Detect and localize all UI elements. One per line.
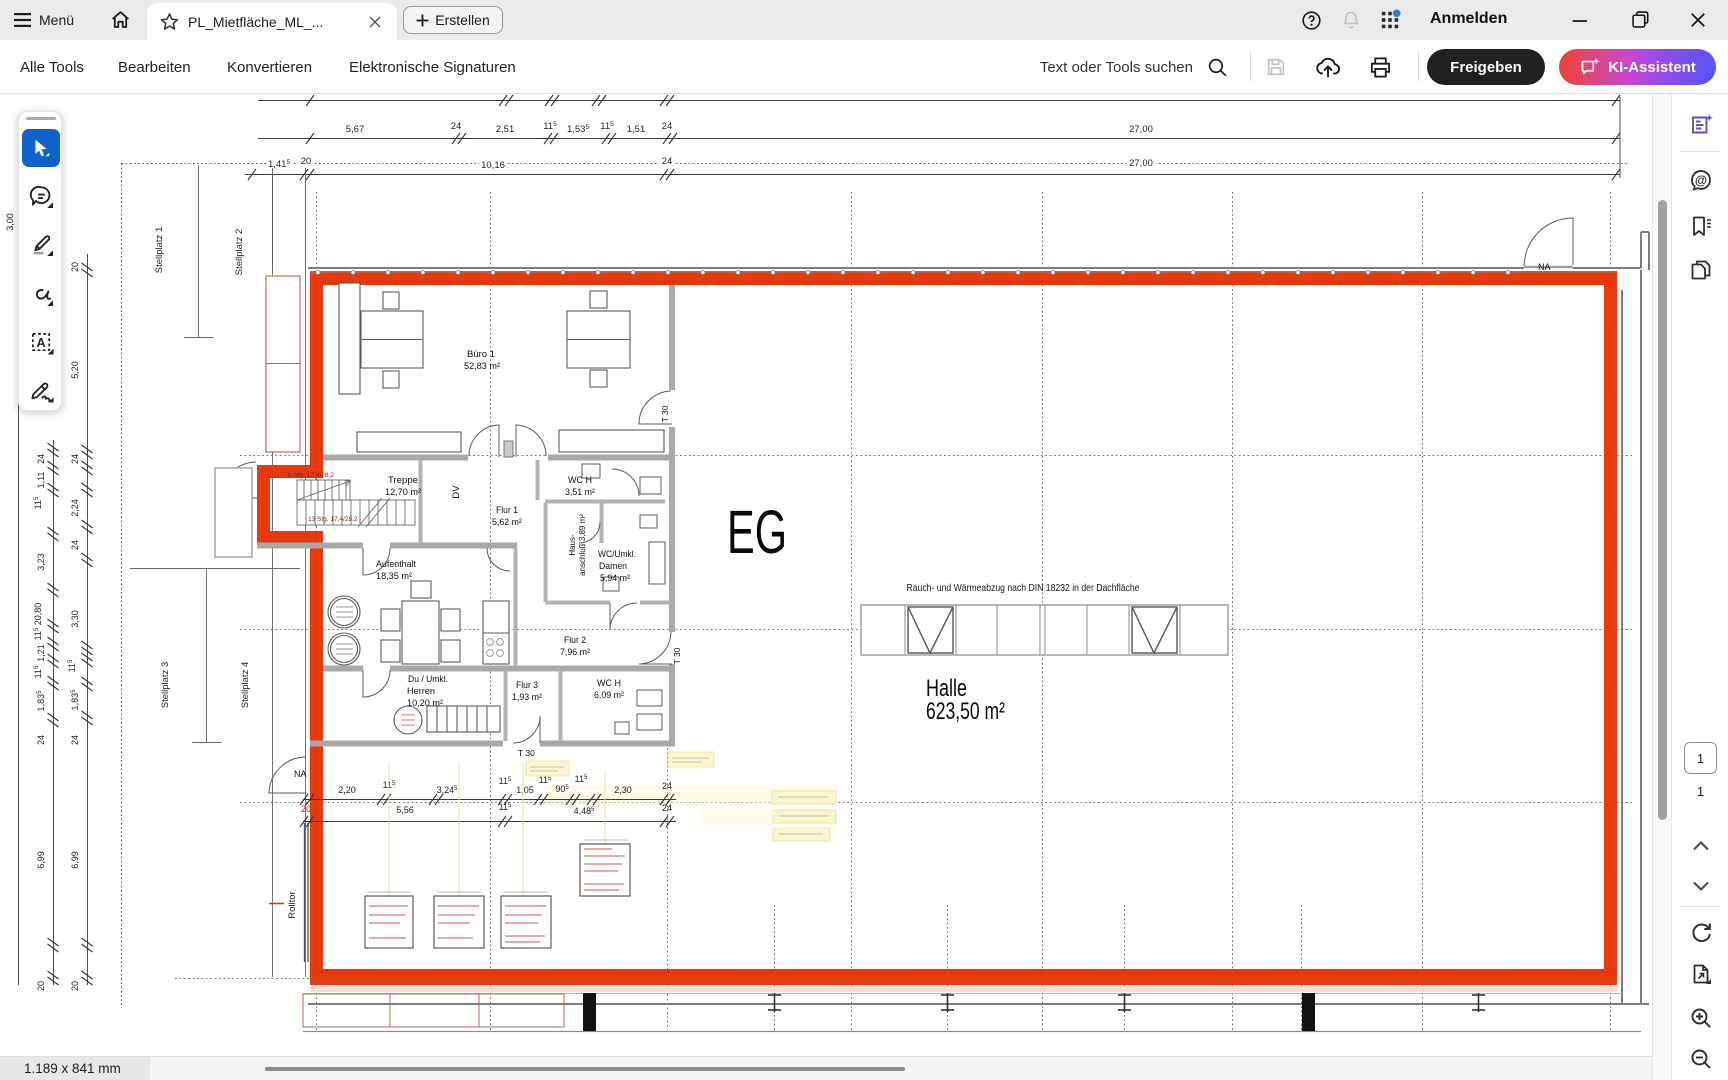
svg-text:Haus-: Haus- — [568, 534, 577, 556]
svg-text:115: 115 — [67, 659, 77, 672]
svg-text:623,50 m²: 623,50 m² — [926, 698, 1005, 725]
svg-text:8 Stg. 17,4/28,2: 8 Stg. 17,4/28,2 — [288, 472, 334, 479]
svg-text:2,24: 2,24 — [70, 499, 80, 517]
svg-text:24: 24 — [36, 454, 46, 464]
svg-text:24: 24 — [70, 454, 80, 464]
svg-text:1,93 m²: 1,93 m² — [512, 692, 542, 703]
svg-text:T 30: T 30 — [672, 647, 682, 664]
svg-text:3,23: 3,23 — [36, 553, 46, 571]
svg-text:1,835: 1,835 — [36, 690, 46, 712]
svg-text:115: 115 — [543, 121, 557, 132]
svg-text:NA: NA — [294, 769, 307, 779]
svg-text:Treppe: Treppe — [388, 475, 418, 486]
svg-text:20: 20 — [70, 981, 80, 991]
svg-text:Stellplatz 2: Stellplatz 2 — [234, 229, 245, 275]
svg-text:7,96 m²: 7,96 m² — [560, 647, 590, 658]
svg-text:3,30: 3,30 — [70, 610, 80, 628]
svg-text:24: 24 — [662, 156, 673, 167]
svg-text:Herren: Herren — [407, 686, 435, 697]
svg-text:2,51: 2,51 — [496, 124, 515, 135]
svg-text:6,09 m²: 6,09 m² — [594, 690, 624, 701]
svg-text:Flur 1: Flur 1 — [496, 505, 518, 516]
svg-text:3,245: 3,245 — [437, 785, 459, 795]
svg-text:1,21: 1,21 — [36, 644, 46, 662]
svg-text:1,05: 1,05 — [516, 785, 534, 795]
svg-text:115: 115 — [575, 774, 588, 784]
svg-text:Du / Umkl.: Du / Umkl. — [408, 674, 448, 685]
svg-text:5,20: 5,20 — [70, 361, 80, 379]
svg-text:20: 20 — [301, 804, 311, 814]
svg-text:115: 115 — [499, 776, 512, 786]
svg-text:27,00: 27,00 — [1129, 158, 1153, 169]
svg-text:Flur 3: Flur 3 — [516, 680, 538, 691]
svg-text:A: A — [36, 335, 45, 349]
svg-text:12,70 m²: 12,70 m² — [385, 487, 421, 498]
svg-text:Rauch- und Wärmeabzug nach DIN: Rauch- und Wärmeabzug nach DIN 18232 in … — [907, 583, 1140, 594]
svg-text:2,30: 2,30 — [614, 785, 632, 795]
svg-text:115: 115 — [539, 775, 552, 785]
svg-text:10,20 m²: 10,20 m² — [407, 698, 443, 709]
svg-text:Stellplatz 1: Stellplatz 1 — [154, 227, 165, 273]
svg-text:115: 115 — [600, 121, 614, 132]
svg-text:T 30: T 30 — [660, 405, 670, 422]
svg-text:6,99: 6,99 — [36, 851, 46, 869]
svg-text:24: 24 — [662, 781, 672, 791]
svg-text:115: 115 — [33, 496, 43, 509]
svg-text:1,835: 1,835 — [70, 689, 80, 711]
svg-text:@: @ — [1695, 173, 1707, 187]
svg-text:5,67: 5,67 — [346, 124, 365, 135]
svg-text:DV: DV — [451, 485, 462, 499]
svg-text:T 30: T 30 — [518, 748, 535, 758]
svg-text:Stellplatz 3: Stellplatz 3 — [160, 662, 171, 708]
svg-text:5,56: 5,56 — [396, 805, 414, 815]
svg-text:NA: NA — [1538, 262, 1551, 272]
svg-text:24: 24 — [70, 735, 80, 745]
svg-text:24: 24 — [70, 540, 80, 550]
svg-text:WC H: WC H — [597, 678, 621, 689]
svg-text:52,83 m²: 52,83 m² — [464, 361, 500, 372]
svg-text:1,11: 1,11 — [36, 472, 46, 489]
svg-text:5,94 m²: 5,94 m² — [600, 573, 630, 584]
svg-text:Büro 1: Büro 1 — [467, 349, 495, 360]
svg-text:anschluß 3,89 m²: anschluß 3,89 m² — [578, 514, 587, 576]
svg-text:18,35 m²: 18,35 m² — [376, 571, 412, 582]
svg-text:4,485: 4,485 — [574, 806, 596, 816]
svg-text:1,51: 1,51 — [627, 124, 646, 135]
svg-text:24: 24 — [36, 735, 46, 745]
svg-text:13 Stg. 17,4/28,2: 13 Stg. 17,4/28,2 — [308, 516, 358, 523]
svg-text:Rolltor: Rolltor — [287, 891, 298, 918]
svg-text:27,00: 27,00 — [1129, 124, 1153, 135]
svg-text:24: 24 — [662, 803, 672, 813]
svg-text:24: 24 — [662, 121, 673, 132]
svg-text:Flur 2: Flur 2 — [564, 635, 586, 646]
svg-text:1,415: 1,415 — [268, 159, 291, 170]
svg-text:20,80: 20,80 — [33, 603, 43, 626]
svg-text:WC/Umkl.: WC/Umkl. — [598, 549, 636, 560]
svg-text:6,99: 6,99 — [70, 851, 80, 869]
svg-text:WC H: WC H — [568, 475, 592, 486]
svg-text:Stellplatz 4: Stellplatz 4 — [240, 662, 251, 708]
svg-text:20: 20 — [301, 156, 312, 167]
svg-text:115: 115 — [499, 802, 512, 812]
svg-text:Damen: Damen — [599, 561, 627, 572]
svg-text:20: 20 — [70, 262, 80, 272]
svg-text:3,51 m²: 3,51 m² — [565, 487, 595, 498]
svg-text:1,535: 1,535 — [567, 124, 590, 135]
svg-text:2,20: 2,20 — [338, 785, 356, 795]
svg-text:3,00: 3,00 — [5, 213, 15, 231]
svg-text:115: 115 — [33, 627, 43, 640]
svg-text:20: 20 — [36, 981, 46, 991]
svg-text:115: 115 — [33, 665, 43, 678]
svg-text:5,62 m²: 5,62 m² — [492, 517, 522, 528]
svg-text:24: 24 — [451, 121, 462, 132]
svg-text:EG: EG — [727, 498, 787, 566]
svg-text:Aufenthalt: Aufenthalt — [376, 559, 416, 570]
svg-text:10,16: 10,16 — [481, 160, 505, 171]
